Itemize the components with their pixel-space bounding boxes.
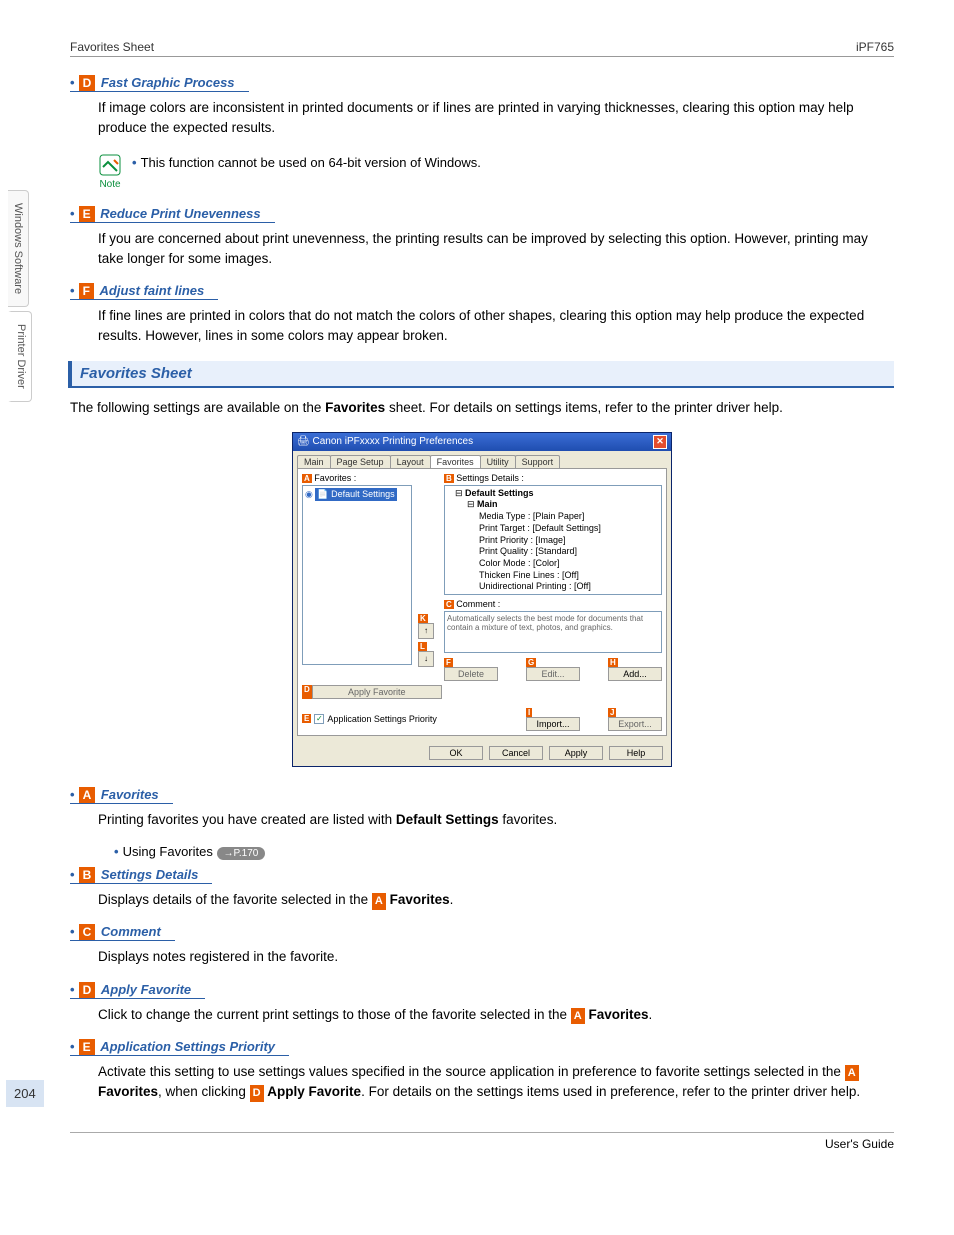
comment-label: Comment : <box>456 599 500 609</box>
move-down-icon[interactable]: ↓ <box>418 651 434 667</box>
favorites-label: Favorites : <box>314 473 356 483</box>
tab-page-setup[interactable]: Page Setup <box>330 455 391 468</box>
settings-details-tree[interactable]: ⊟ Default Settings ⊟ Main Media Type : [… <box>444 485 662 595</box>
tab-main[interactable]: Main <box>297 455 331 468</box>
item-f-desc: If fine lines are printed in colors that… <box>98 306 894 347</box>
page-ref-link[interactable]: →P.170 <box>217 847 266 860</box>
footer-text: User's Guide <box>70 1132 894 1151</box>
item-d-fast-graphic: •D Fast Graphic Process <box>70 75 894 92</box>
item-b-settings-details: •B Settings Details <box>70 867 894 884</box>
item-c-desc: Displays notes registered in the favorit… <box>98 947 894 967</box>
item-d2-desc: Click to change the current print settin… <box>98 1005 894 1025</box>
export-button[interactable]: Export... <box>608 717 662 731</box>
item-e2-desc: Activate this setting to use settings va… <box>98 1062 894 1103</box>
item-a-favorites: •A Favorites <box>70 787 894 804</box>
comment-box: Automatically selects the best mode for … <box>444 611 662 653</box>
tab-utility[interactable]: Utility <box>480 455 516 468</box>
close-icon[interactable]: ✕ <box>653 435 667 449</box>
section-heading: Favorites Sheet <box>68 361 894 388</box>
item-e-app-settings-priority: •E Application Settings Priority <box>70 1039 894 1056</box>
cancel-button[interactable]: Cancel <box>489 746 543 760</box>
apply-button[interactable]: Apply <box>549 746 603 760</box>
item-a-desc: Printing favorites you have created are … <box>98 810 894 830</box>
sub-using-favorites: •Using Favorites →P.170 <box>114 844 894 859</box>
add-button[interactable]: Add... <box>608 667 662 681</box>
dialog-titlebar: 🖨 Canon iPFxxxx Printing Preferences ✕ <box>293 433 671 451</box>
page-header: Favorites Sheet iPF765 <box>70 40 894 57</box>
section-intro: The following settings are available on … <box>70 398 894 418</box>
app-settings-priority-label: Application Settings Priority <box>327 714 437 724</box>
item-d-desc: If image colors are inconsistent in prin… <box>98 98 894 139</box>
tab-favorites[interactable]: Favorites <box>430 455 481 468</box>
item-d-apply-favorite: •D Apply Favorite <box>70 982 894 999</box>
header-right: iPF765 <box>856 40 894 54</box>
help-button[interactable]: Help <box>609 746 663 760</box>
item-e-reduce-unevenness: •E Reduce Print Unevenness <box>70 206 894 223</box>
item-b-desc: Displays details of the favorite selecte… <box>98 890 894 910</box>
import-button[interactable]: Import... <box>526 717 580 731</box>
item-f-adjust-faint: •F Adjust faint lines <box>70 283 894 300</box>
ok-button[interactable]: OK <box>429 746 483 760</box>
note-text: This function cannot be used on 64-bit v… <box>141 155 481 170</box>
note-icon <box>98 153 122 177</box>
item-e-desc: If you are concerned about print unevenn… <box>98 229 894 270</box>
favorites-listbox[interactable]: ◉ 📄 Default Settings <box>302 485 412 665</box>
dialog-tabs: Main Page Setup Layout Favorites Utility… <box>293 451 671 468</box>
note-label: Note <box>98 179 122 190</box>
apply-favorite-button[interactable]: Apply Favorite <box>312 685 442 699</box>
tab-layout[interactable]: Layout <box>390 455 431 468</box>
header-left: Favorites Sheet <box>70 40 154 54</box>
edit-button[interactable]: Edit... <box>526 667 580 681</box>
item-c-comment: •C Comment <box>70 924 894 941</box>
note-block: Note •This function cannot be used on 64… <box>98 153 894 190</box>
move-up-icon[interactable]: ↑ <box>418 623 434 639</box>
delete-button[interactable]: Delete <box>444 667 498 681</box>
printing-preferences-dialog: 🖨 Canon iPFxxxx Printing Preferences ✕ M… <box>292 432 672 767</box>
app-settings-priority-checkbox[interactable]: ✓ <box>314 714 324 724</box>
settings-details-label: Settings Details : <box>456 473 524 483</box>
tab-support[interactable]: Support <box>515 455 561 468</box>
